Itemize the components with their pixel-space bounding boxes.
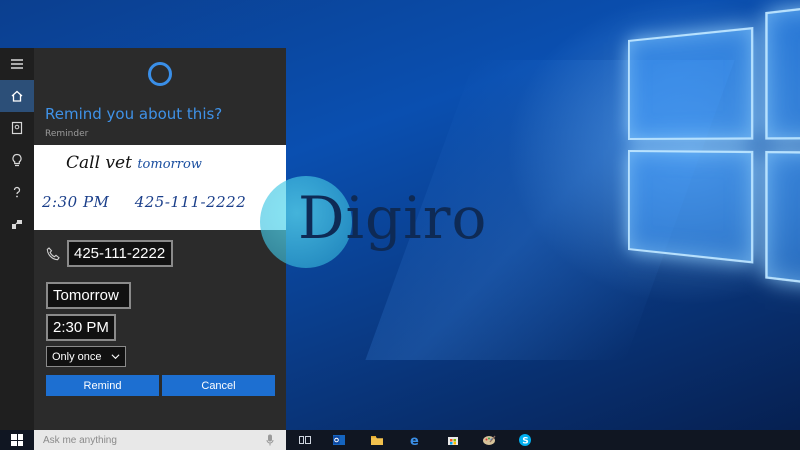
ink-text-main: Call vet [66, 153, 132, 173]
cortana-panel: Remind you about this? Reminder Call vet… [34, 48, 286, 430]
start-button[interactable] [0, 430, 34, 450]
edge-icon[interactable]: e [398, 430, 432, 450]
home-icon[interactable] [0, 80, 34, 112]
handwritten-line-2: 2:30 PM 425-111-2222 [42, 193, 266, 211]
taskbar: Ask me anything e S [0, 430, 800, 450]
menu-icon[interactable] [0, 48, 34, 80]
repeat-dropdown[interactable]: Only once [46, 346, 126, 367]
lightbulb-icon[interactable] [0, 144, 34, 176]
microphone-icon[interactable] [266, 434, 274, 446]
file-explorer-icon[interactable] [360, 430, 394, 450]
outlook-icon[interactable] [322, 430, 356, 450]
task-view-icon[interactable] [288, 430, 322, 450]
repeat-value: Only once [52, 350, 102, 363]
skype-icon[interactable]: S [508, 430, 542, 450]
handwritten-note-area[interactable]: Call vet tomorrow 2:30 PM 425-111-2222 [34, 145, 286, 230]
reminder-prompt: Remind you about this? [45, 105, 223, 123]
cortana-ring-icon [148, 62, 172, 86]
chevron-down-icon [111, 354, 120, 360]
cortana-search-box[interactable]: Ask me anything [34, 430, 286, 450]
phone-number-field[interactable]: 425-111-2222 [67, 240, 173, 267]
svg-text:e: e [410, 434, 419, 447]
ink-time: 2:30 PM [42, 193, 110, 211]
paint-icon[interactable] [472, 430, 506, 450]
time-field[interactable]: 2:30 PM [46, 314, 116, 341]
windows-logo-wallpaper [628, 3, 800, 288]
phone-icon [45, 246, 61, 262]
watermark: Digiro [258, 176, 528, 276]
watermark-text: Digiro [298, 184, 488, 252]
notebook-icon[interactable] [0, 112, 34, 144]
store-icon[interactable] [436, 430, 470, 450]
remind-button[interactable]: Remind [46, 375, 159, 396]
handwritten-line-1: Call vet tomorrow [66, 153, 202, 173]
date-field[interactable]: Tomorrow [46, 282, 131, 309]
cortana-nav-rail [0, 48, 34, 430]
ink-phone: 425-111-2222 [134, 193, 247, 211]
help-icon[interactable] [0, 176, 34, 208]
ink-text-extra: tomorrow [137, 157, 202, 172]
cancel-button[interactable]: Cancel [162, 375, 275, 396]
feedback-icon[interactable] [0, 208, 34, 240]
search-placeholder: Ask me anything [43, 434, 117, 446]
svg-text:S: S [522, 437, 528, 447]
windows-start-icon [11, 434, 23, 446]
reminder-section-label: Reminder [45, 129, 89, 139]
